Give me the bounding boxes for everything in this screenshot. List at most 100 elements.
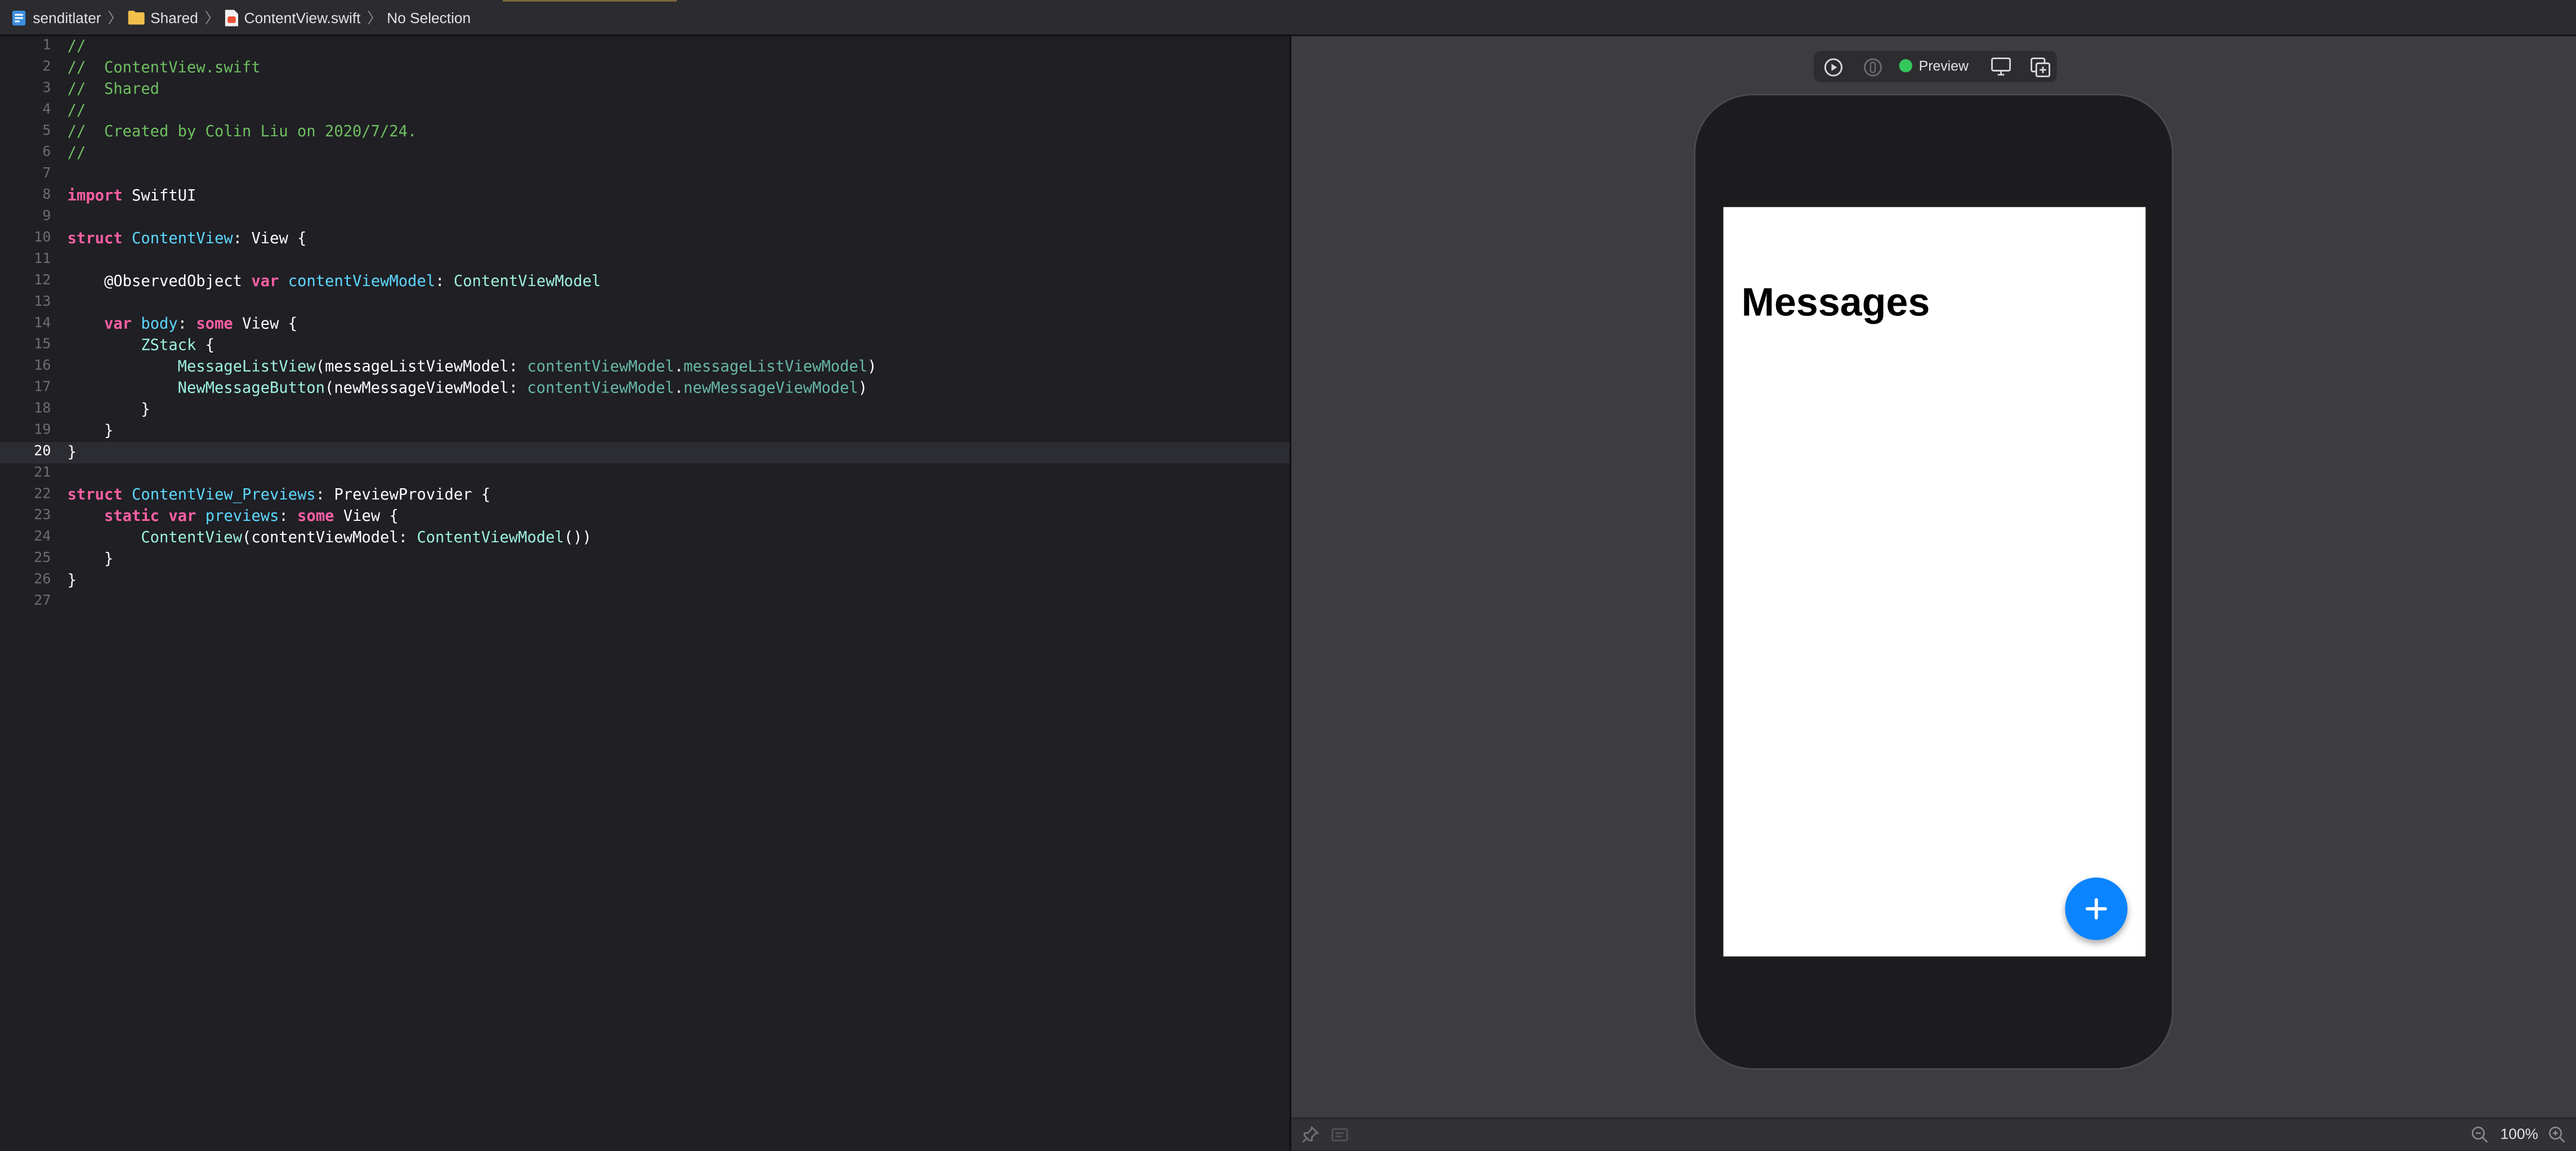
code-line[interactable]: 9 bbox=[0, 207, 1290, 229]
breadcrumb-project-label: senditlater bbox=[33, 9, 101, 26]
active-tab-indicator bbox=[503, 0, 677, 2]
plain-token: } bbox=[141, 401, 150, 420]
display-icon bbox=[1990, 57, 2010, 76]
type-token: ContentViewModel bbox=[417, 529, 564, 547]
plain-token: . bbox=[674, 380, 684, 398]
line-number: 25 bbox=[34, 550, 51, 567]
code-line[interactable]: 10 struct ContentView: View { bbox=[0, 229, 1290, 250]
keyword-token: struct bbox=[67, 230, 123, 248]
property-token: contentViewModel bbox=[527, 380, 674, 398]
code-line[interactable]: 2 // ContentView.swift bbox=[0, 57, 1290, 79]
line-number: 15 bbox=[34, 337, 51, 354]
plain-token: (contentViewModel: bbox=[242, 529, 417, 547]
current-code-line[interactable]: 20} bbox=[0, 442, 1290, 463]
code-line[interactable]: 4 // bbox=[0, 100, 1290, 122]
breadcrumb: senditlater 〉 Shared 〉 ContentView.swift… bbox=[0, 0, 2576, 37]
code-line[interactable]: 12 @ObservedObject var contentViewModel:… bbox=[0, 271, 1290, 293]
code-line[interactable]: 26} bbox=[0, 570, 1290, 592]
code-line[interactable]: 27 bbox=[0, 592, 1290, 613]
zoom-level[interactable]: 100% bbox=[2501, 1126, 2538, 1142]
chevron-right-icon: 〉 bbox=[204, 10, 220, 26]
line-number: 21 bbox=[34, 465, 51, 482]
duplicate-preview-button[interactable] bbox=[2029, 56, 2050, 77]
plain-token: View { bbox=[334, 507, 399, 526]
line-number: 17 bbox=[34, 380, 51, 396]
code-line[interactable]: 18 } bbox=[0, 399, 1290, 421]
plain-token: } bbox=[104, 422, 114, 441]
type-token: ContentView bbox=[141, 529, 243, 547]
declaration-token: ContentView_Previews bbox=[132, 486, 316, 505]
keyword-token: struct bbox=[67, 486, 123, 505]
line-number: 11 bbox=[34, 251, 51, 268]
type-token: NewMessageButton bbox=[177, 380, 325, 398]
navigation-title: Messages bbox=[1741, 281, 1930, 325]
code-line[interactable]: 16 MessageListView(messageListViewModel:… bbox=[0, 356, 1290, 378]
zoom-in-icon[interactable] bbox=[2548, 1126, 2566, 1144]
code-line[interactable]: 21 bbox=[0, 463, 1290, 485]
breadcrumb-selection[interactable]: No Selection bbox=[387, 9, 471, 25]
comment-text: // Shared bbox=[67, 80, 160, 99]
zoom-out-icon[interactable] bbox=[2471, 1126, 2489, 1144]
code-line[interactable]: 24 ContentView(contentViewModel: Content… bbox=[0, 528, 1290, 549]
line-number: 23 bbox=[34, 507, 51, 524]
preview-label: Preview bbox=[1918, 57, 1969, 74]
declaration-token: ContentView bbox=[132, 230, 233, 248]
live-preview-button[interactable] bbox=[1822, 56, 1843, 77]
device-settings-button[interactable] bbox=[1989, 56, 2011, 77]
code-line[interactable]: 3 // Shared bbox=[0, 79, 1290, 100]
code-line[interactable]: 6 // bbox=[0, 143, 1290, 164]
comment-text: // ContentView.swift bbox=[67, 59, 261, 78]
code-line[interactable]: 25 } bbox=[0, 549, 1290, 570]
breadcrumb-file-label: ContentView.swift bbox=[244, 9, 361, 26]
keyword-token: var bbox=[251, 273, 279, 291]
declaration-token: contentViewModel bbox=[288, 273, 436, 291]
status-indicator bbox=[1899, 59, 1912, 73]
type-token: ZStack bbox=[141, 337, 196, 355]
code-line[interactable]: 11 bbox=[0, 250, 1290, 271]
plain-token: ()) bbox=[564, 529, 592, 547]
plain-token: : bbox=[315, 486, 334, 505]
code-line[interactable]: 19 } bbox=[0, 421, 1290, 442]
line-number: 3 bbox=[42, 80, 51, 97]
keyword-token: var bbox=[104, 315, 132, 334]
code-line[interactable]: 23 static var previews: some View { bbox=[0, 506, 1290, 528]
plain-token: ) bbox=[858, 380, 867, 398]
keyword-token: static bbox=[104, 507, 160, 526]
code-line[interactable]: 8 import SwiftUI bbox=[0, 186, 1290, 207]
breadcrumb-folder[interactable]: Shared bbox=[127, 9, 198, 25]
line-number: 18 bbox=[34, 401, 51, 418]
code-line[interactable]: 7 bbox=[0, 164, 1290, 186]
inspect-icon bbox=[1863, 57, 1881, 76]
preview-status[interactable]: Preview bbox=[1899, 57, 1969, 74]
line-number: 19 bbox=[34, 422, 51, 439]
xcode-window: senditlater 〉 Shared 〉 ContentView.swift… bbox=[0, 0, 2576, 1150]
line-number: 12 bbox=[34, 273, 51, 289]
swift-file-icon bbox=[224, 9, 238, 26]
line-number: 24 bbox=[34, 529, 51, 546]
layout-icon[interactable] bbox=[1331, 1126, 1349, 1144]
plain-token: . bbox=[674, 358, 684, 377]
property-token: messageListViewModel bbox=[683, 358, 867, 377]
breadcrumb-project[interactable]: senditlater bbox=[11, 9, 101, 25]
code-line[interactable]: 1 // bbox=[0, 36, 1290, 57]
code-line[interactable]: 14 var body: some View { bbox=[0, 314, 1290, 335]
preview-canvas[interactable]: Preview Messages 100% bbox=[1291, 36, 2576, 1150]
code-line[interactable]: 13 bbox=[0, 292, 1290, 314]
inspect-button[interactable] bbox=[1862, 56, 1883, 77]
plain-token: (newMessageViewModel: bbox=[325, 380, 527, 398]
property-token: newMessageViewModel bbox=[683, 380, 858, 398]
pin-icon[interactable] bbox=[1301, 1126, 1319, 1144]
line-number: 26 bbox=[34, 572, 51, 588]
device-screen[interactable]: Messages bbox=[1723, 207, 2146, 957]
code-editor[interactable]: 1 // 2 // ContentView.swift 3 // Shared 4 //… bbox=[0, 36, 1290, 1150]
new-message-button[interactable] bbox=[2065, 877, 2128, 940]
plain-token: : bbox=[435, 273, 454, 291]
code-line[interactable]: 15 ZStack { bbox=[0, 335, 1290, 356]
plus-icon bbox=[2085, 898, 2107, 920]
code-line[interactable]: 17 NewMessageButton(newMessageViewModel:… bbox=[0, 378, 1290, 399]
plain-token: PreviewProvider { bbox=[334, 486, 491, 505]
breadcrumb-file[interactable]: ContentView.swift bbox=[224, 9, 361, 26]
code-line[interactable]: 5 // Created by Colin Liu on 2020/7/24. bbox=[0, 122, 1290, 143]
code-line[interactable]: 22 struct ContentView_Previews: PreviewPr… bbox=[0, 485, 1290, 506]
line-number: 1 bbox=[42, 38, 51, 55]
